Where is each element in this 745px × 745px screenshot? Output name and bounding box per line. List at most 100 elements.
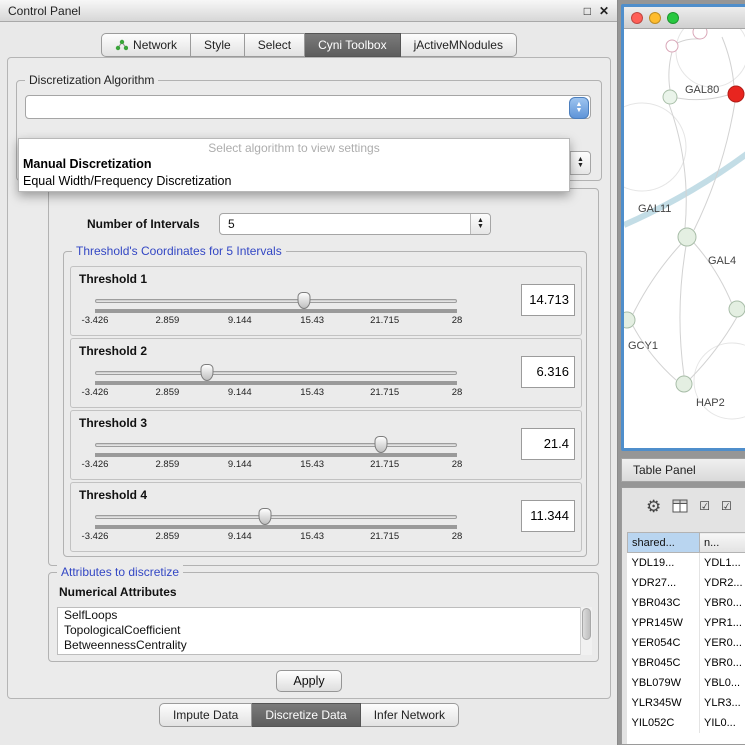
table-cell[interactable]: YBL0...	[700, 673, 745, 693]
attribute-list-item[interactable]: TopologicalCoefficient	[58, 623, 591, 638]
attribute-list-item[interactable]: SelfLoops	[58, 608, 591, 623]
table-row[interactable]: YLR345WYLR3...	[628, 693, 745, 713]
table-row[interactable]: YDL19...YDL1...	[628, 553, 745, 573]
table-cell[interactable]: YPR145W	[628, 613, 700, 633]
slider-track[interactable]	[95, 299, 457, 303]
settings-gear-icon[interactable]: ⚙	[646, 498, 661, 515]
table-row[interactable]: YBR043CYBR0...	[628, 593, 745, 613]
slider-thumb[interactable]	[259, 508, 272, 525]
table-cell[interactable]: YBR0...	[700, 653, 745, 673]
tab-cyni-toolbox[interactable]: Cyni Toolbox	[305, 33, 400, 57]
threshold-2-value-field[interactable]: 6.316	[521, 356, 575, 388]
network-edge[interactable]	[694, 243, 732, 304]
network-window-titlebar[interactable]	[624, 7, 745, 29]
network-edge[interactable]	[633, 244, 681, 314]
minimize-light-icon[interactable]	[649, 12, 661, 24]
apply-button[interactable]: Apply	[276, 670, 342, 692]
network-edge[interactable]	[669, 52, 672, 90]
column-header[interactable]: shared...	[628, 533, 700, 553]
network-node[interactable]	[693, 29, 707, 39]
network-node[interactable]	[728, 86, 744, 102]
table-cell[interactable]: YLR345W	[628, 693, 700, 713]
slider-track[interactable]	[95, 515, 457, 519]
threshold-4-value-field[interactable]: 11.344	[521, 500, 575, 532]
table-row[interactable]: YER054CYER0...	[628, 633, 745, 653]
table-cell[interactable]: YDR27...	[628, 573, 700, 593]
list-scrollbar[interactable]	[580, 607, 592, 655]
column-header[interactable]: n...	[700, 533, 745, 553]
network-view-window[interactable]: GAL80GAL11GAL4GCY1HAP2	[621, 4, 745, 451]
table-cell[interactable]: YDL1...	[700, 553, 745, 573]
tab-style[interactable]: Style	[191, 33, 245, 57]
table-cell[interactable]: YER054C	[628, 633, 700, 653]
table-cell[interactable]: YBR0...	[700, 593, 745, 613]
table-cell[interactable]: YBR045C	[628, 653, 700, 673]
table-cell[interactable]: YLR3...	[700, 693, 745, 713]
network-edge[interactable]	[722, 37, 734, 86]
network-node[interactable]	[624, 312, 635, 328]
tab-impute-data[interactable]: Impute Data	[159, 703, 252, 727]
table-cell[interactable]: YBL079W	[628, 673, 700, 693]
algorithm-combobox[interactable]: ▲▼	[25, 95, 591, 119]
network-edge[interactable]	[677, 39, 700, 43]
close-light-icon[interactable]	[631, 12, 643, 24]
zoom-light-icon[interactable]	[667, 12, 679, 24]
column-visibility-icon[interactable]	[672, 499, 688, 513]
network-edge[interactable]	[633, 326, 676, 380]
attribute-list-item[interactable]: BetweennessCentrality	[58, 638, 591, 653]
threshold-3-slider[interactable]	[95, 443, 457, 448]
scrollbar-thumb[interactable]	[582, 608, 591, 640]
dropdown-option-equal-width-frequency[interactable]: Equal Width/Frequency Discretization	[19, 172, 569, 189]
network-edge[interactable]	[669, 104, 686, 228]
slider-scale-label: 15.43	[300, 387, 324, 398]
threshold-4-slider[interactable]	[95, 515, 457, 520]
tab-infer-network[interactable]: Infer Network	[361, 703, 459, 727]
threshold-1-value-field[interactable]: 14.713	[521, 284, 575, 316]
numerical-attributes-label: Numerical Attributes	[59, 585, 177, 599]
table-row[interactable]: YBL079WYBL0...	[628, 673, 745, 693]
table-row[interactable]: YDR27...YDR2...	[628, 573, 745, 593]
network-canvas-svg[interactable]: GAL80GAL11GAL4GCY1HAP2	[624, 29, 745, 448]
table-cell[interactable]: YER0...	[700, 633, 745, 653]
tab-select[interactable]: Select	[245, 33, 305, 57]
table-cell[interactable]: YDR2...	[700, 573, 745, 593]
network-node[interactable]	[678, 228, 696, 246]
slider-thumb[interactable]	[201, 364, 214, 381]
slider-thumb[interactable]	[374, 436, 387, 453]
table-row[interactable]: YIL052CYIL0...	[628, 713, 745, 733]
table-cell[interactable]: YBR043C	[628, 593, 700, 613]
table-row[interactable]: YBR045CYBR0...	[628, 653, 745, 673]
slider-track[interactable]	[95, 443, 457, 447]
combobox-stepper-icon[interactable]: ▲▼	[470, 214, 490, 234]
table-cell[interactable]: YIL0...	[700, 713, 745, 733]
table-cell[interactable]: YDL19...	[628, 553, 700, 573]
select-all-check-icon[interactable]: ☑	[699, 499, 710, 513]
control-panel-titlebar[interactable]: Control Panel □ ✕	[0, 0, 617, 22]
table-cell[interactable]: YIL052C	[628, 713, 700, 733]
network-node[interactable]	[729, 301, 745, 317]
network-node[interactable]	[666, 40, 678, 52]
table-row[interactable]: YPR145WYPR1...	[628, 613, 745, 633]
network-node[interactable]	[676, 376, 692, 392]
threshold-3-value-field[interactable]: 21.4	[521, 428, 575, 460]
network-node[interactable]	[663, 90, 677, 104]
combobox-stepper-icon[interactable]: ▲▼	[570, 152, 590, 174]
number-of-intervals-combobox[interactable]: 5 ▲▼	[219, 213, 491, 235]
deselect-check-icon[interactable]: ☑	[721, 499, 732, 513]
close-icon[interactable]: ✕	[599, 4, 609, 18]
combobox-stepper-icon[interactable]: ▲▼	[569, 97, 589, 119]
numerical-attributes-list[interactable]: SelfLoopsTopologicalCoefficientBetweenne…	[57, 607, 592, 655]
float-window-icon[interactable]: □	[584, 4, 591, 18]
table-panel-header[interactable]: Table Panel	[621, 458, 745, 482]
tab-jactivemnodules[interactable]: jActiveMNodules	[401, 33, 517, 57]
network-edge[interactable]	[680, 246, 686, 376]
dropdown-option-manual-discretization[interactable]: Manual Discretization	[19, 155, 569, 172]
tab-network[interactable]: Network	[101, 33, 191, 57]
table-cell[interactable]: YPR1...	[700, 613, 745, 633]
tab-discretize-data[interactable]: Discretize Data	[252, 703, 360, 727]
threshold-2-slider[interactable]	[95, 371, 457, 376]
threshold-1-slider[interactable]	[95, 299, 457, 304]
slider-thumb[interactable]	[297, 292, 310, 309]
slider-track[interactable]	[95, 371, 457, 375]
network-canvas[interactable]: GAL80GAL11GAL4GCY1HAP2	[624, 29, 745, 448]
